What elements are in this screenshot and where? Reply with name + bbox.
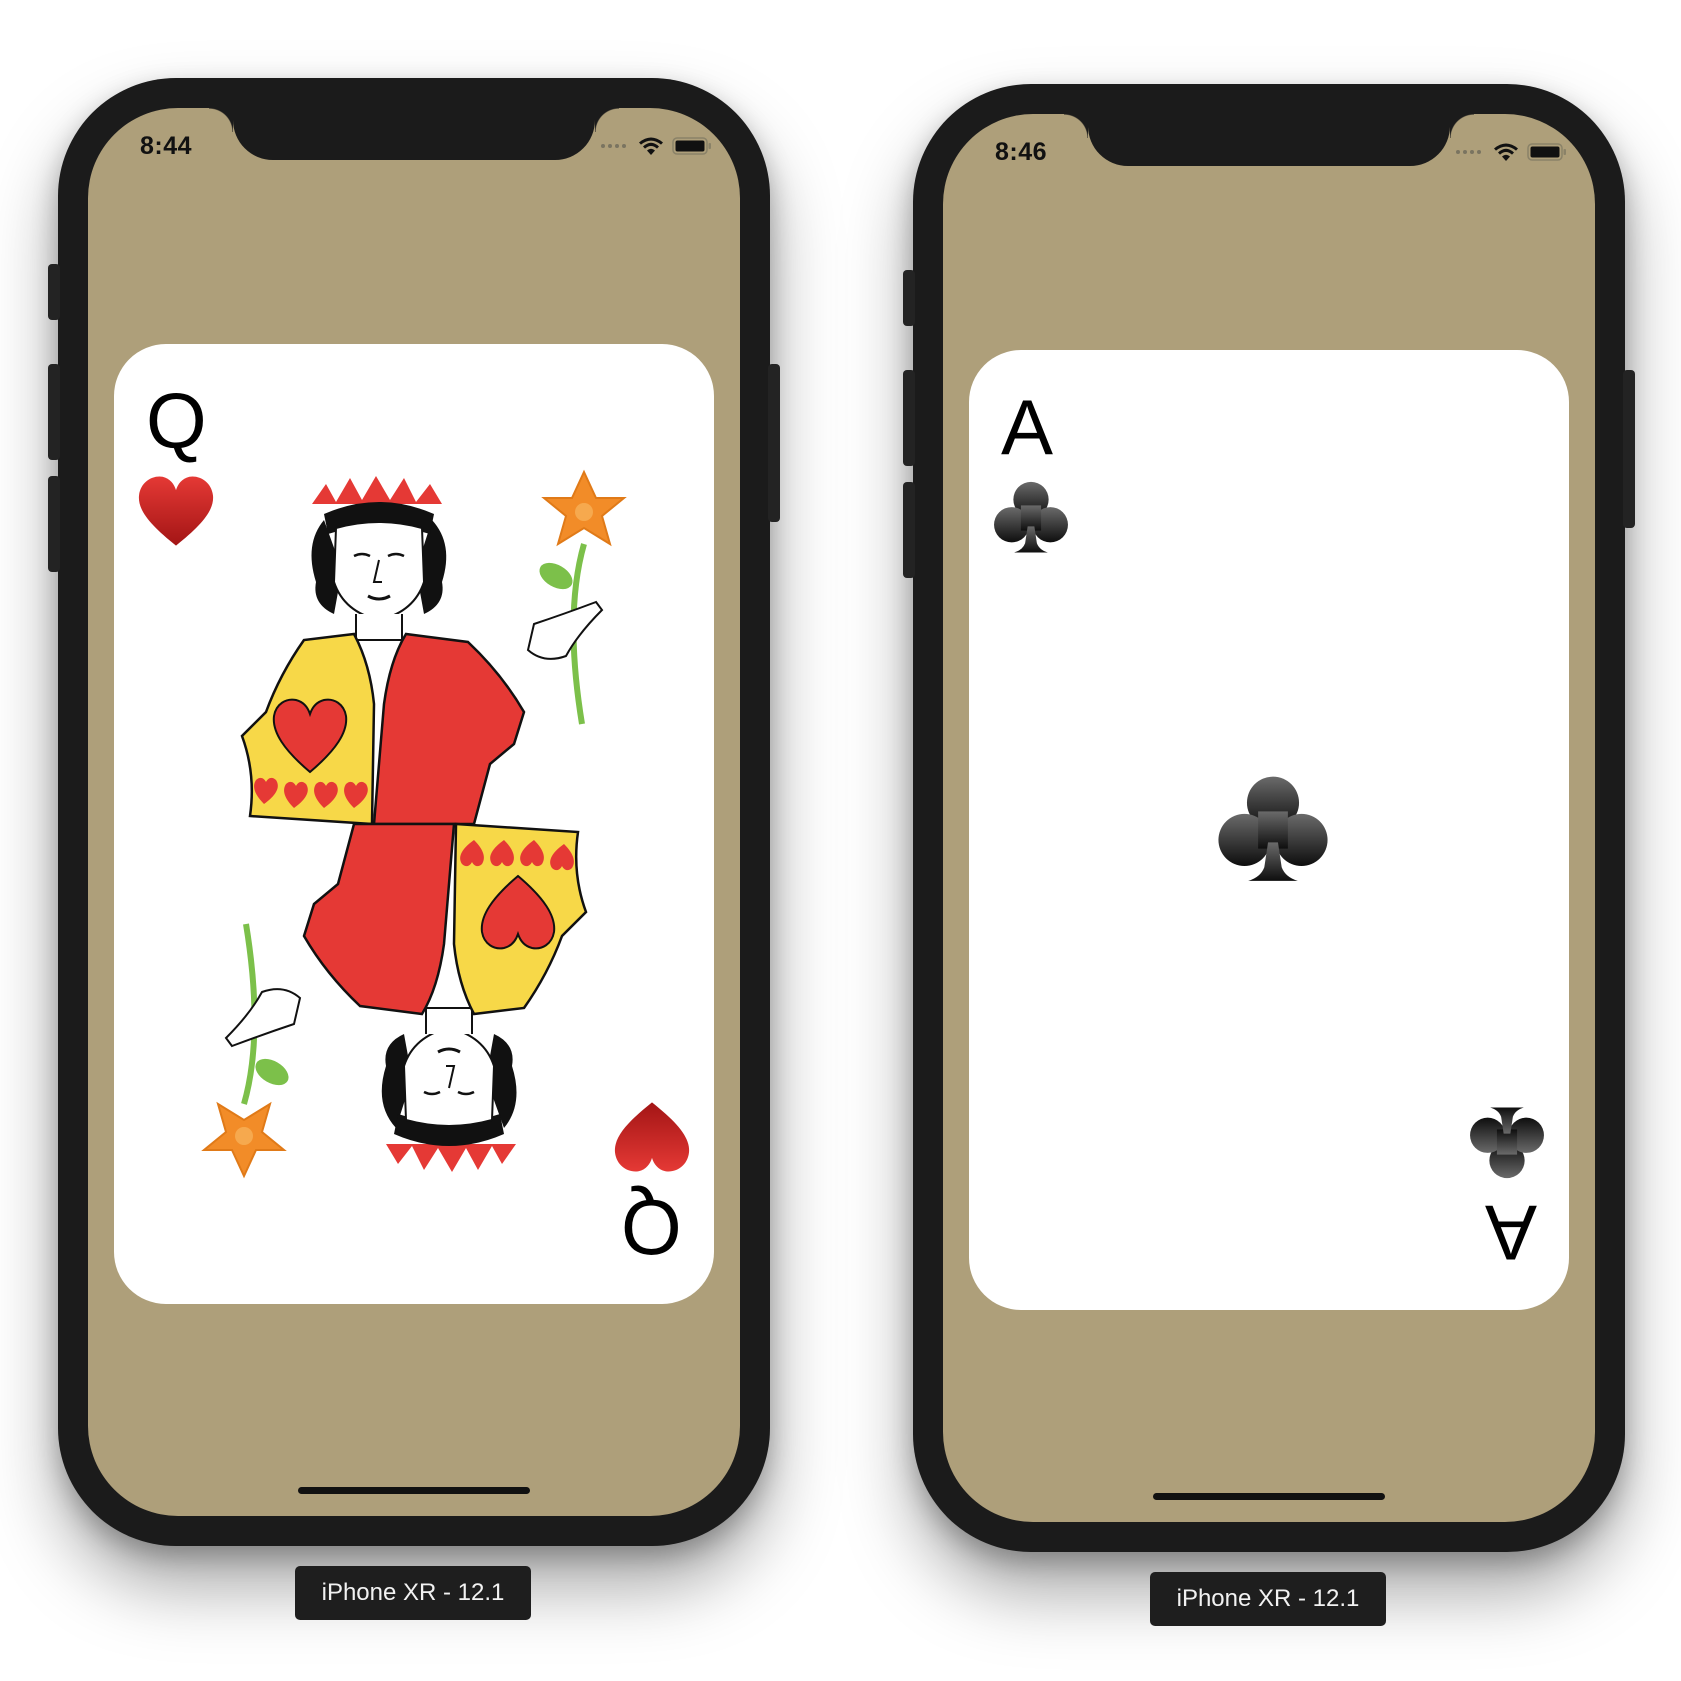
silent-switch [48,264,60,320]
volume-up-button[interactable] [48,364,60,460]
battery-icon [1527,143,1566,161]
club-icon [1465,1100,1549,1184]
status-time: 8:44 [140,132,193,160]
queen-lower-half [201,822,588,1179]
volume-down-button[interactable] [903,482,915,578]
card-rank-bottom: Q [621,1183,682,1271]
device-label: iPhone XR - 12.1 [1150,1572,1386,1626]
playing-card[interactable]: A A [969,350,1569,1310]
screen: 8:44 Q Q [88,108,740,1516]
home-indicator[interactable] [1153,1493,1385,1500]
status-time: 8:46 [995,138,1048,166]
queen-illustration [201,469,627,1179]
playing-card[interactable]: Q Q [114,344,714,1304]
volume-up-button[interactable] [903,370,915,466]
power-button[interactable] [1623,370,1635,528]
simulator-stage: 8:44 Q Q 8:46 A A iPhone XR - 12.1 iPhon… [0,0,1681,1681]
silent-switch [903,270,915,326]
iphone-frame-left: 8:44 Q Q [48,78,780,1546]
heart-icon [610,1094,694,1178]
card-rank-top: A [1001,383,1054,471]
cellular-signal-icon [601,144,626,148]
screen: 8:46 A A [943,114,1595,1522]
wifi-icon [1494,143,1518,161]
home-indicator[interactable] [298,1487,530,1494]
status-icons [601,136,712,156]
status-icons [1456,142,1567,162]
wifi-icon [639,137,663,155]
notch [209,108,619,160]
card-rank-top: Q [146,377,207,465]
club-icon [989,476,1073,560]
queen-upper-half [240,469,627,826]
iphone-frame-right: 8:46 A A [903,84,1635,1552]
notch [1064,114,1474,166]
battery-icon [672,137,711,155]
device-label: iPhone XR - 12.1 [295,1566,531,1620]
club-icon [1211,768,1335,892]
power-button[interactable] [768,364,780,522]
card-rank-bottom: A [1484,1189,1537,1277]
volume-down-button[interactable] [48,476,60,572]
cellular-signal-icon [1456,150,1481,154]
